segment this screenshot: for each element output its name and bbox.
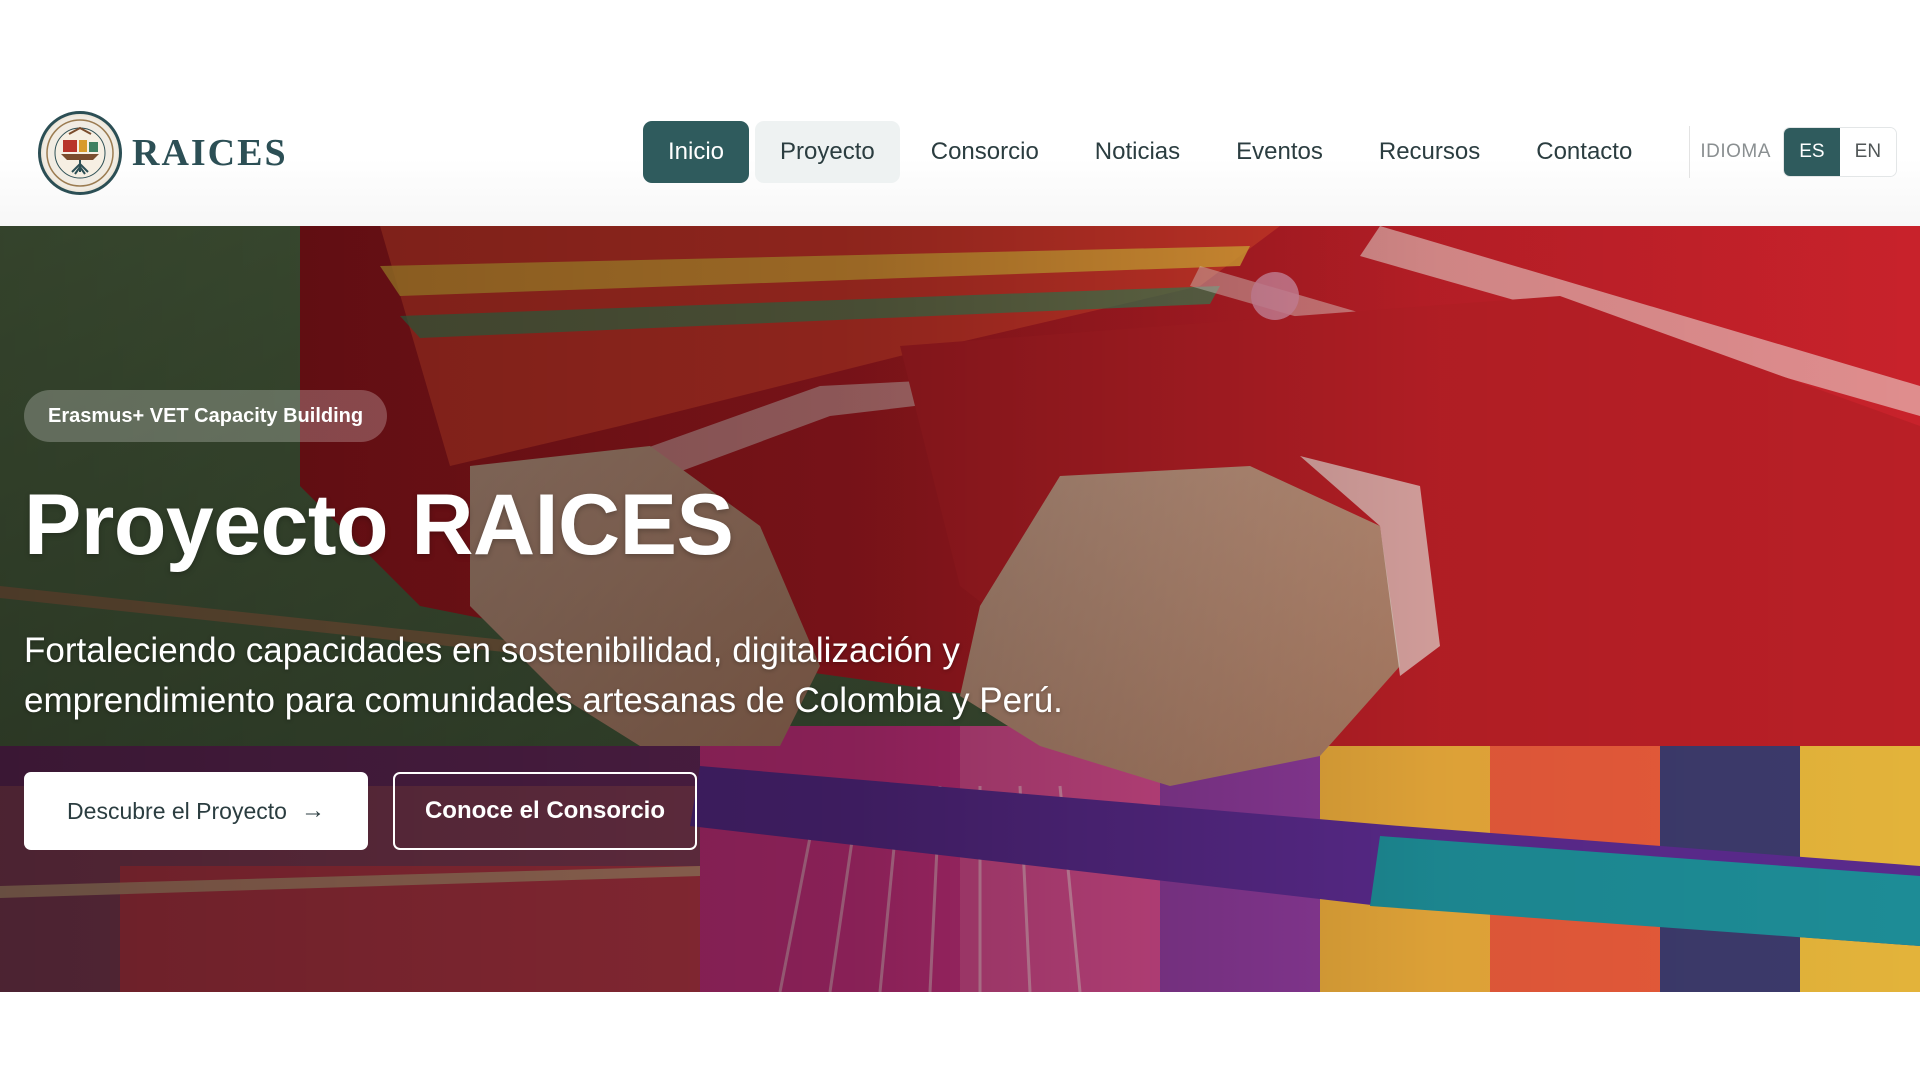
brand-name: RAICES (132, 132, 288, 174)
nav-divider (1689, 126, 1691, 178)
program-badge: Erasmus+ VET Capacity Building (24, 390, 388, 442)
hero-title: Proyecto RAICES (24, 477, 734, 573)
meet-consortium-button[interactable]: Conoce el Consorcio (393, 772, 697, 850)
nav-item-noticias[interactable]: Noticias (1070, 121, 1205, 183)
arrow-right-icon: → (300, 797, 325, 824)
discover-project-button[interactable]: Descubre el Proyecto → (24, 772, 368, 850)
main-navigation: Inicio Proyecto Consorcio Noticias Event… (643, 121, 1897, 183)
language-label: IDIOMA (1700, 141, 1771, 162)
site-header: RAICES Inicio Proyecto Consorcio Noticia… (0, 0, 1920, 226)
page: RAICES Inicio Proyecto Consorcio Noticia… (0, 0, 1920, 1080)
nav-item-proyecto[interactable]: Proyecto (755, 121, 900, 183)
discover-project-label: Descubre el Proyecto (67, 797, 287, 824)
language-option-en[interactable]: EN (1839, 128, 1896, 176)
nav-item-contacto[interactable]: Contacto (1511, 121, 1657, 183)
nav-item-recursos[interactable]: Recursos (1354, 121, 1505, 183)
raices-emblem-icon (38, 111, 122, 195)
language-option-es[interactable]: ES (1783, 128, 1840, 176)
hero-subtitle: Fortaleciendo capacidades en sostenibili… (24, 631, 1063, 720)
nav-item-eventos[interactable]: Eventos (1211, 121, 1348, 183)
nav-item-inicio[interactable]: Inicio (643, 121, 750, 183)
nav-item-consorcio[interactable]: Consorcio (906, 121, 1064, 183)
hero-section: Erasmus+ VET Capacity Building Proyecto … (0, 226, 1920, 992)
brand-link[interactable]: RAICES (38, 110, 288, 196)
language-switcher: ES EN (1782, 127, 1897, 177)
hero-overlay (0, 226, 1920, 992)
